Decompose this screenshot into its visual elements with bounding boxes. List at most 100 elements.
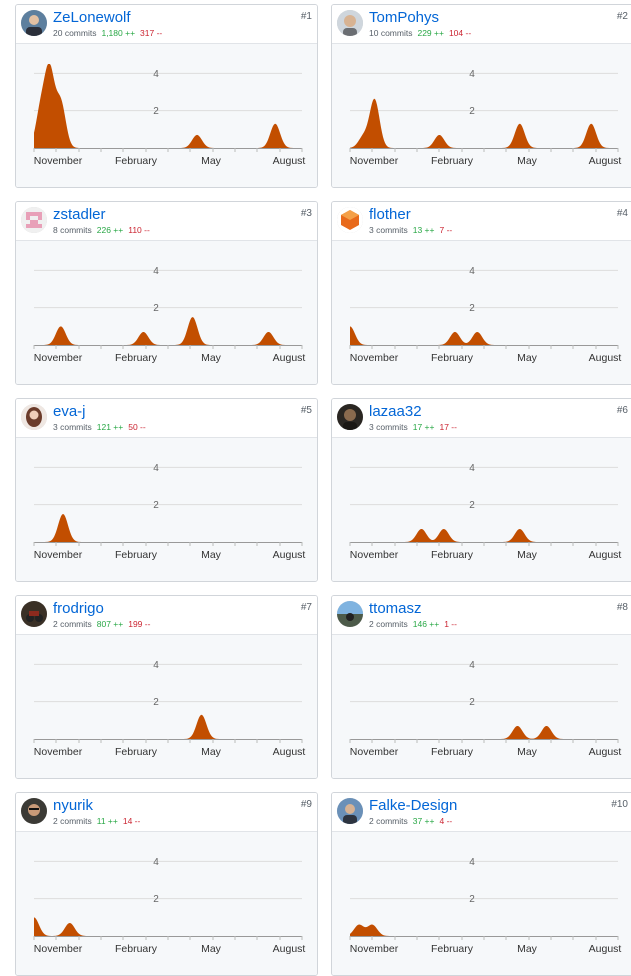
contributor-stats: 20 commits 1,180 ++ 317 -- [53, 28, 162, 38]
x-tick-label: August [273, 352, 306, 364]
contributor-card: zstadler 8 commits 226 ++ 110 -- #3 2 4 Novembe… [15, 201, 318, 385]
x-tick-label: February [115, 746, 158, 758]
x-tick-label: August [273, 746, 306, 758]
contributor-card: nyurik 2 commits 11 ++ 14 -- #9 2 4 November Feb… [15, 792, 318, 976]
avatar-photo-man-icon[interactable] [337, 798, 363, 824]
contributor-username-link[interactable]: Falke-Design [369, 797, 457, 815]
additions-count: 11 ++ [96, 816, 118, 826]
contributor-username-link[interactable]: ZeLonewolf [53, 9, 131, 27]
x-tick-label: November [350, 352, 399, 364]
avatar-photo-woman-icon[interactable] [21, 404, 47, 430]
commit-area-series [34, 917, 302, 936]
x-tick-label: February [431, 549, 474, 561]
contributor-rank: #1 [300, 11, 312, 22]
commit-area-chart-svg: 2 4 November February May August [33, 857, 306, 955]
contributor-stats: 8 commits 226 ++ 110 -- [53, 225, 150, 235]
commit-count: 3 commits [53, 422, 92, 432]
commit-count: 20 commits [53, 28, 97, 38]
contributor-username-link[interactable]: TomPohys [369, 9, 439, 27]
contributor-username-link[interactable]: lazaa32 [369, 403, 422, 421]
deletions-count: 199 -- [128, 619, 151, 629]
commit-activity-chart: 2 4 November February May August [16, 832, 317, 975]
x-tick-label: August [589, 943, 622, 955]
x-tick-label: August [273, 549, 306, 561]
commit-activity-chart: 2 4 November February May August [16, 241, 317, 384]
contributor-card: lazaa32 3 commits 17 ++ 17 -- #6 2 4 November Fe… [331, 398, 631, 582]
commit-area-chart-svg: 2 4 November February May August [33, 463, 306, 561]
commit-area-series [350, 528, 618, 542]
contributor-card-header: TomPohys 10 commits 229 ++ 104 -- #2 [332, 5, 631, 44]
x-tick-label: May [201, 943, 222, 955]
commit-count: 8 commits [53, 225, 92, 235]
y-tick-label: 4 [153, 69, 159, 80]
deletions-count: 104 -- [448, 28, 472, 38]
commit-activity-chart: 2 4 November February May August [332, 241, 631, 384]
contributor-stats: 2 commits 807 ++ 199 -- [53, 619, 150, 629]
commit-area-chart-svg: 2 4 November February May August [33, 266, 306, 364]
x-tick-label: November [34, 155, 83, 167]
commit-activity-chart: 2 4 November February May August [332, 44, 631, 187]
contributor-username-link[interactable]: frodrigo [53, 600, 104, 618]
x-tick-label: February [115, 549, 158, 561]
avatar-orange-hexagon-icon[interactable] [337, 207, 363, 233]
x-tick-label: May [201, 155, 222, 167]
avatar-photo-portrait-icon[interactable] [21, 10, 47, 36]
y-tick-label: 2 [469, 303, 475, 314]
additions-count: 146 ++ [412, 619, 440, 629]
contributor-username-link[interactable]: eva-j [53, 403, 86, 421]
x-tick-label: November [34, 746, 83, 758]
contributor-stats: 3 commits 121 ++ 50 -- [53, 422, 146, 432]
contributor-rank: #9 [300, 799, 312, 810]
contributor-card: frodrigo 2 commits 807 ++ 199 -- #7 2 4 Novembe… [15, 595, 318, 779]
x-tick-label: May [517, 943, 538, 955]
additions-count: 17 ++ [412, 422, 435, 432]
x-tick-label: May [201, 549, 222, 561]
y-tick-label: 4 [469, 463, 475, 474]
x-tick-label: August [589, 549, 622, 561]
x-tick-label: May [201, 352, 222, 364]
contributor-username-link[interactable]: flother [369, 206, 411, 224]
y-tick-label: 2 [153, 894, 159, 905]
avatar-photo-motorbike-icon[interactable] [21, 601, 47, 627]
deletions-count: 14 -- [122, 816, 141, 826]
commit-area-series [34, 714, 302, 739]
avatar-photo-dark-icon[interactable] [337, 404, 363, 430]
commit-area-chart-svg: 2 4 November February May August [349, 266, 621, 364]
commit-area-series [350, 924, 618, 936]
avatar-identicon-pink-icon[interactable] [21, 207, 47, 233]
contributor-card: flother 3 commits 13 ++ 7 -- #4 2 4 November Feb… [331, 201, 631, 385]
x-tick-label: August [589, 155, 622, 167]
y-tick-label: 2 [469, 894, 475, 905]
x-tick-label: May [517, 155, 538, 167]
additions-count: 807 ++ [96, 619, 124, 629]
contributor-card-header: zstadler 8 commits 226 ++ 110 -- #3 [16, 202, 317, 241]
commit-count: 2 commits [53, 619, 92, 629]
deletions-count: 17 -- [439, 422, 457, 432]
x-tick-label: November [350, 746, 399, 758]
contributor-username-link[interactable]: ttomasz [369, 600, 422, 618]
y-tick-label: 4 [153, 660, 159, 671]
contributor-rank: #7 [300, 602, 312, 613]
commit-area-chart-svg: 2 4 November February May August [33, 64, 306, 167]
y-tick-label: 2 [153, 697, 159, 708]
contributor-card-header: frodrigo 2 commits 807 ++ 199 -- #7 [16, 596, 317, 635]
contributor-stats: 2 commits 146 ++ 1 -- [369, 619, 457, 629]
contributor-card: eva-j 3 commits 121 ++ 50 -- #5 2 4 November Feb… [15, 398, 318, 582]
x-tick-label: August [273, 943, 306, 955]
avatar-photo-bald-man-icon[interactable] [337, 10, 363, 36]
additions-count: 37 ++ [412, 816, 435, 826]
commit-activity-chart: 2 4 November February May August [16, 438, 317, 581]
avatar-photo-man-glasses-icon[interactable] [21, 798, 47, 824]
additions-count: 226 ++ [96, 225, 124, 235]
commit-count: 3 commits [369, 422, 408, 432]
x-tick-label: February [431, 746, 474, 758]
contributor-stats: 2 commits 37 ++ 4 -- [369, 816, 452, 826]
contributor-username-link[interactable]: zstadler [53, 206, 106, 224]
contributor-username-link[interactable]: nyurik [53, 797, 93, 815]
contributor-stats: 3 commits 13 ++ 7 -- [369, 225, 452, 235]
deletions-count: 50 -- [128, 422, 146, 432]
y-tick-label: 4 [153, 857, 159, 868]
x-tick-label: February [115, 352, 158, 364]
x-tick-label: August [273, 155, 306, 167]
avatar-photo-landscape-icon[interactable] [337, 601, 363, 627]
